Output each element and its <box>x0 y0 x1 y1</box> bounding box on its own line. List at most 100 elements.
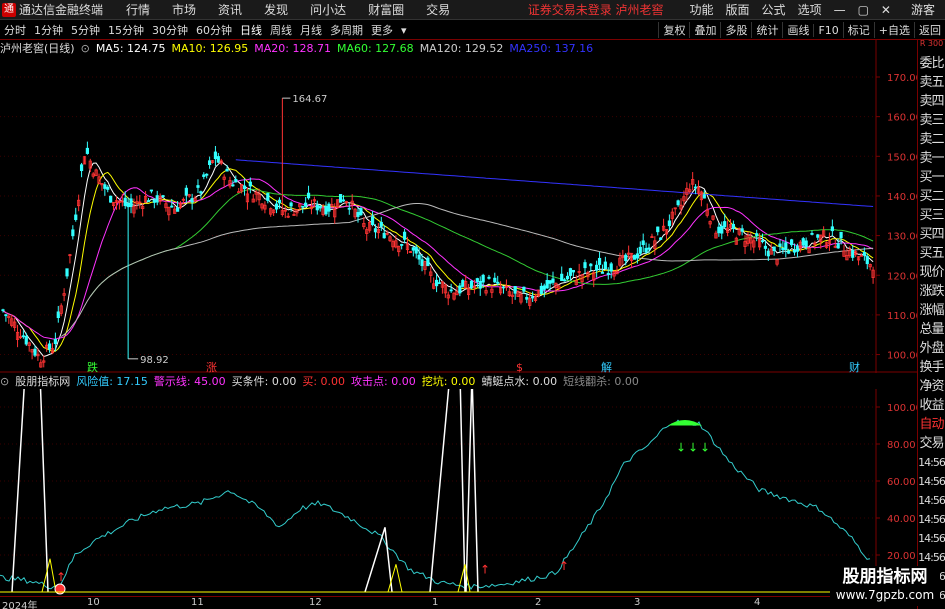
login-notice[interactable]: 证券交易未登录 泸州老窖 <box>528 1 664 18</box>
period-daily[interactable]: 日线 <box>236 22 266 38</box>
period-1min[interactable]: 1分钟 <box>30 22 67 38</box>
period-15min[interactable]: 15分钟 <box>104 22 148 38</box>
minimize-icon[interactable]: — <box>828 3 852 17</box>
candle-body <box>481 274 485 283</box>
chart-annotations: 164.67 98.92 跌 涨 $ 解 财 <box>87 94 860 373</box>
period-30min[interactable]: 30分钟 <box>148 22 192 38</box>
button-back[interactable]: 返回 <box>914 22 945 38</box>
indicator-name[interactable]: 股朋指标网 <box>15 373 70 389</box>
period-60min[interactable]: 60分钟 <box>192 22 236 38</box>
candle-body <box>720 225 724 234</box>
candle-body <box>600 271 605 274</box>
side-panel-item[interactable]: 自动 <box>918 415 945 434</box>
button-draw[interactable]: 画线 <box>782 22 813 38</box>
menu-item-quotes[interactable]: 行情 <box>115 1 161 18</box>
candle-body <box>493 277 497 283</box>
event-marker[interactable]: $ <box>516 361 523 373</box>
button-f10[interactable]: F10 <box>813 23 842 37</box>
event-marker[interactable]: 跌 <box>87 360 98 373</box>
candle-body <box>234 179 238 183</box>
menu-item-discover[interactable]: 发现 <box>253 1 299 18</box>
buy-condition: 买条件: 0.00 <box>231 375 297 388</box>
button-overlay[interactable]: 叠加 <box>689 22 720 38</box>
menu-function[interactable]: 功能 <box>684 1 720 18</box>
side-panel-item: 收益 <box>919 398 944 413</box>
period-more[interactable]: 更多 <box>367 22 397 38</box>
menu-item-wealth[interactable]: 财富圈 <box>357 1 415 18</box>
event-marker[interactable]: 财 <box>849 360 860 373</box>
period-weekly[interactable]: 周线 <box>266 22 296 38</box>
candle-body <box>306 192 311 199</box>
side-panel-item: 买一 <box>919 170 944 185</box>
guest-label[interactable]: 游客 <box>897 1 945 18</box>
menu-layout[interactable]: 版面 <box>720 1 756 18</box>
menu-item-ask[interactable]: 问小达 <box>299 1 357 18</box>
candle-body <box>525 296 529 300</box>
candle-body <box>420 259 424 267</box>
candle-body <box>437 282 442 285</box>
chevron-down-icon[interactable]: ▾ <box>397 24 411 37</box>
candle-body <box>65 268 69 277</box>
period-multi[interactable]: 多周期 <box>326 22 367 38</box>
candle-body <box>53 339 57 345</box>
candle-body <box>496 281 500 284</box>
button-add-watchlist[interactable]: +自选 <box>873 22 914 38</box>
candle-body <box>571 269 575 273</box>
menu-item-news[interactable]: 资讯 <box>207 1 253 18</box>
candle-body <box>205 173 209 176</box>
candle-body <box>417 254 421 260</box>
indicator-chart[interactable]: ↓↓↓↑↑↑ 100.0080.0060.0040.0020.00 <box>0 389 917 596</box>
button-stats[interactable]: 统计 <box>751 22 782 38</box>
candle-body <box>426 257 430 267</box>
candle-body <box>865 256 869 265</box>
side-panel-item[interactable]: 交易 <box>918 434 945 453</box>
candle-body <box>123 197 127 206</box>
candle-body <box>656 226 660 233</box>
candle-body <box>301 205 305 208</box>
candle-body <box>603 261 607 270</box>
candle-body <box>106 186 110 190</box>
candle-body <box>56 311 60 318</box>
candle-body <box>327 203 331 212</box>
candle-body <box>644 248 648 253</box>
candle-body <box>379 221 383 227</box>
candlestick-chart[interactable]: 170.00 160.00 150.00 140.00 130.00 120.00 110.… <box>0 40 917 373</box>
watermark: 股朋指标网 www.7gpzb.com <box>830 566 940 606</box>
side-panel-item: 委比 <box>919 56 944 71</box>
button-adjust[interactable]: 复权 <box>658 22 689 38</box>
candle-body <box>213 151 218 160</box>
menu-item-market[interactable]: 市场 <box>161 1 207 18</box>
candle-body <box>816 234 820 238</box>
button-multi-stock[interactable]: 多股 <box>720 22 751 38</box>
candle-body <box>772 246 776 252</box>
candle-body <box>475 278 479 282</box>
candle-body <box>338 194 343 203</box>
indicator-settings-icon[interactable]: ⊙ <box>0 375 9 388</box>
period-tick[interactable]: 分时 <box>0 22 30 38</box>
period-5min[interactable]: 5分钟 <box>67 22 104 38</box>
close-icon[interactable]: ✕ <box>875 3 897 17</box>
candle-body <box>539 285 543 295</box>
button-mark[interactable]: 标记 <box>842 22 874 38</box>
price-tick: 130.00 <box>887 232 917 243</box>
candle-body <box>242 185 247 190</box>
menu-formula[interactable]: 公式 <box>756 1 792 18</box>
app-logo-icon: 通 <box>2 2 16 17</box>
candle-body <box>787 250 791 254</box>
period-monthly[interactable]: 月线 <box>296 22 326 38</box>
event-marker[interactable]: 解 <box>601 360 612 373</box>
menu-item-trade[interactable]: 交易 <box>415 1 461 18</box>
buy-condition-line <box>429 389 466 593</box>
price-tick: 110.00 <box>887 311 917 322</box>
side-panel-item: 净资 <box>919 379 944 394</box>
event-marker[interactable]: 涨 <box>206 361 217 373</box>
side-panel-item: 14:56 <box>918 532 945 545</box>
menu-options[interactable]: 选项 <box>792 1 828 18</box>
candle-body <box>266 193 270 201</box>
maximize-icon[interactable]: ▢ <box>852 3 875 17</box>
menu-bar: 通 通达信金融终端 行情 市场 资讯 发现 问小达 财富圈 交易 证券交易未登录… <box>0 0 945 20</box>
candle-body <box>277 199 282 204</box>
candle-body <box>315 204 319 211</box>
candle-body <box>33 348 37 356</box>
candle-body <box>545 280 549 289</box>
